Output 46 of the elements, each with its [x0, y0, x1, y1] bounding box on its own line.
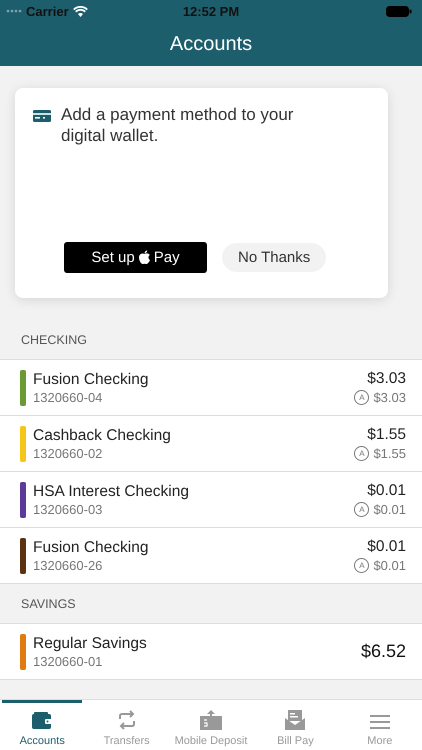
- no-thanks-button[interactable]: No Thanks: [222, 243, 326, 272]
- section-header: CHECKING: [21, 332, 87, 346]
- account-balance: $0.01: [367, 538, 406, 556]
- account-number: 1320660-26: [33, 558, 104, 572]
- account-name: HSA Interest Checking: [33, 482, 190, 500]
- wallet-icon: [31, 712, 54, 730]
- account-balance: $1.55: [367, 426, 406, 444]
- available-mark: A: [354, 390, 370, 405]
- check-deposit-icon: [200, 710, 222, 730]
- section-header: SAVINGS: [21, 596, 76, 610]
- menu-icon: [370, 714, 390, 730]
- account-row[interactable]: HSA Interest Checking 1320660-03 $0.01 A $0.01: [0, 472, 422, 528]
- available-balance: $0.01: [373, 502, 406, 517]
- available-balance: $3.03: [373, 390, 406, 405]
- credit-card-icon: [33, 110, 51, 122]
- available-mark: A: [354, 502, 370, 517]
- account-name: Fusion Checking: [33, 538, 150, 556]
- wallet-message: Add a payment method to your digital wallet.: [61, 104, 294, 146]
- account-name: Fusion Checking: [33, 370, 150, 388]
- account-balance: $0.01: [367, 482, 406, 500]
- account-number: 1320660-01: [33, 654, 104, 668]
- available-mark: A: [354, 446, 370, 461]
- available-mark: A: [354, 558, 370, 573]
- envelope-icon: [285, 710, 306, 730]
- wifi-icon: [72, 6, 88, 16]
- account-row[interactable]: Fusion Checking 1320660-04 $3.03 A $3.03: [0, 360, 422, 416]
- account-name: Cashback Checking: [33, 426, 172, 444]
- account-number: 1320660-03: [33, 502, 104, 516]
- battery-icon: [386, 6, 412, 16]
- clock-time: 12:52 PM: [182, 4, 240, 18]
- account-number: 1320660-02: [33, 446, 104, 460]
- account-row[interactable]: Fusion Checking 1320660-26 $0.01 A $0.01: [0, 528, 422, 584]
- account-balance: $6.52: [360, 641, 406, 662]
- tab-item[interactable]: Accounts: [2, 700, 82, 750]
- account-row[interactable]: Cashback Checking 1320660-02 $1.55 A $1.55: [0, 416, 422, 472]
- account-row[interactable]: Regular Savings 1320660-01 $6.52: [0, 624, 422, 680]
- page-title: Accounts: [170, 32, 252, 56]
- available-balance: $0.01: [373, 558, 406, 573]
- carrier-label: Carrier: [26, 4, 69, 18]
- available-balance: $1.55: [373, 446, 406, 461]
- apple-pay-setup-button[interactable]: Set up Pay: [64, 242, 207, 273]
- account-number: 1320660-04: [33, 390, 104, 404]
- apple-icon: [138, 250, 151, 265]
- account-balance: $3.03: [367, 370, 406, 388]
- signal-icon: [6, 9, 22, 13]
- account-name: Regular Savings: [33, 634, 148, 652]
